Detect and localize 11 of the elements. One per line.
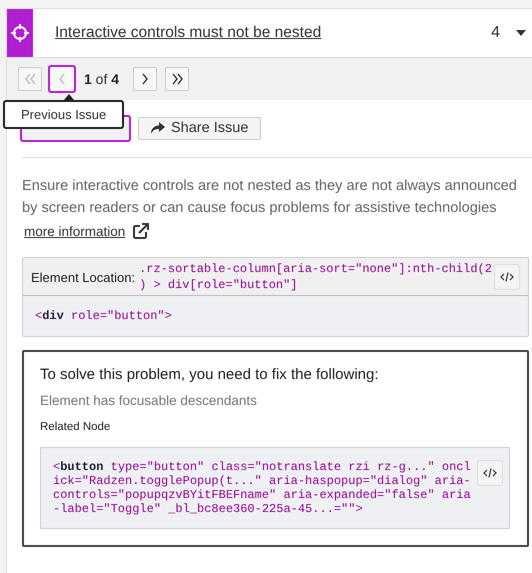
page-indicator: 1 of 4 bbox=[84, 71, 120, 87]
issue-count: 4 bbox=[491, 24, 500, 42]
fix-message: Element has focusable descendants bbox=[40, 393, 258, 408]
tooltip: Previous Issue bbox=[3, 100, 124, 129]
related-node-label: Related Node bbox=[40, 421, 112, 433]
element-source-code: <div role="button"> bbox=[23, 296, 528, 336]
fix-heading: To solve this problem, you need to fix the following: bbox=[40, 366, 380, 383]
element-location-label: Element Location: bbox=[31, 270, 136, 284]
issue-description: Ensure interactive controls are not nested as they are not always announced by screen readers or can cause focus problems for assistive technologies bbox=[22, 177, 518, 218]
css-selector: .rz-sortable-column[aria-sort="none"]:nth-child(2) > div[role="button"] bbox=[139, 261, 493, 293]
related-node-code: <button type="button" class="notranslate rzi rz-g..." onclick="Radzen.togglePopup(t..." aria-haspopup="dialog" aria-controls="popupqzvBYitFBEFname" aria-expanded="false" aria-label="Toggle" _bl_bc8ee360-225a-45...=""> bbox=[53, 460, 472, 516]
